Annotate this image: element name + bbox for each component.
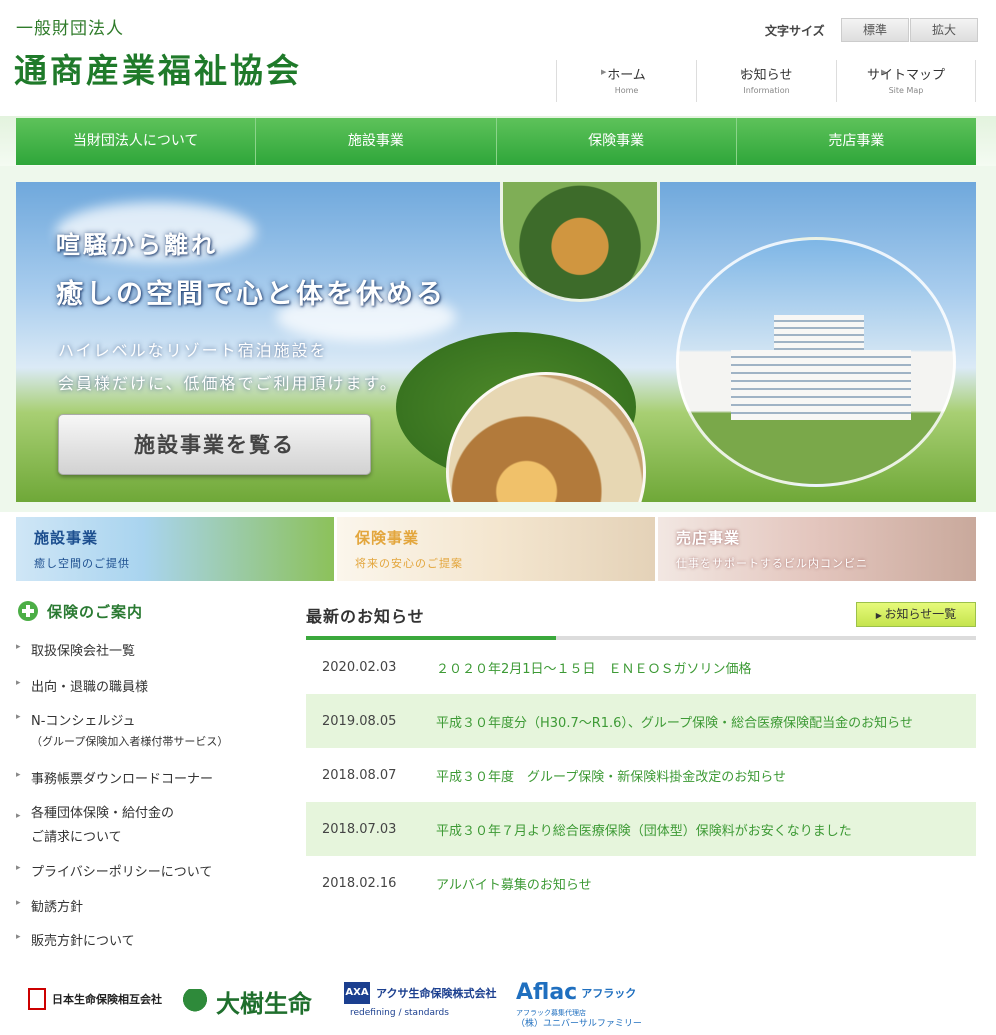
news-link[interactable]: 平成３０年度 グループ保険・新保険料掛金改定のお知らせ <box>436 766 786 785</box>
font-size-large-button[interactable]: 拡大 <box>910 18 978 42</box>
news-date: 2018.02.16 <box>322 875 397 891</box>
util-nav-sitemap[interactable]: ▶ サイトマップ Site Map <box>836 60 976 102</box>
banner-insurance[interactable]: 保険事業 将来の安心のご提案 <box>337 517 655 581</box>
cross-icon <box>18 601 38 621</box>
nissay-name: 日本生命保険相互会社 <box>52 993 162 1006</box>
banner-title: 施設事業 <box>34 529 99 547</box>
hero-heading-2: 癒しの空間で心と体を休める <box>56 279 446 310</box>
axa-name: アクサ生命保険株式会社 <box>376 987 497 1000</box>
hero-text-1: ハイレベルなリゾート宿泊施設を <box>58 341 328 360</box>
side-item-label: 出向・退職の職員様 <box>31 680 149 695</box>
gnav-insurance[interactable]: 保険事業 <box>497 118 737 165</box>
news-link[interactable]: アルバイト募集のお知らせ <box>436 874 592 893</box>
util-nav-sub: Home <box>614 86 639 95</box>
banner-subtitle: 癒し空間のご提供 <box>34 557 130 570</box>
news-more-label: お知らせ一覧 <box>884 607 957 621</box>
side-item-label: 各種団体保険・給付金の <box>31 806 175 821</box>
hotel-building <box>731 350 911 420</box>
news-link[interactable]: 平成３０年７月より総合医療保険（団体型）保険料がお安くなりました <box>436 820 852 839</box>
news-row: 2019.08.05 平成３０年度分（H30.7～R1.6）、グループ保険・総合… <box>306 694 976 748</box>
util-nav-sub: Site Map <box>888 86 924 95</box>
font-size-label: 文字サイズ <box>765 23 825 38</box>
news-list: 2020.02.03 ２０２０年2月1日～１５日 ＥＮＥＯＳガソリン価格 201… <box>306 640 976 910</box>
side-item-solicitation-policy[interactable]: 勧誘方針 <box>16 896 83 915</box>
side-item-label: 取扱保険会社一覧 <box>31 644 136 659</box>
global-nav-wrapper: 当財団法人について 施設事業 保険事業 売店事業 <box>0 116 996 166</box>
aflac-ja: アフラック <box>581 986 637 1000</box>
news-link[interactable]: ２０２０年2月1日～１５日 ＥＮＥＯＳガソリン価格 <box>436 658 752 677</box>
hero-text-2: 会員様だけに、低価格でご利用頂けます。 <box>58 374 398 393</box>
side-item-n-concierge[interactable]: N-コンシェルジュ （グループ保険加入者様付帯サービス） <box>16 710 228 749</box>
axa-mark-icon: AXA <box>344 982 370 1004</box>
aflac-name: Aflac <box>516 980 578 1005</box>
triangle-icon: ▶ <box>741 68 747 76</box>
partner-logos: 日本生命保険相互会社 大樹生命 AXA アクサ生命保険株式会社 redefini… <box>16 980 976 1029</box>
side-item-label: 事務帳票ダウンロードコーナー <box>31 772 214 787</box>
news-link[interactable]: 平成３０年度分（H30.7～R1.6）、グループ保険・総合医療保険配当金のお知ら… <box>436 712 913 731</box>
font-size-standard-button[interactable]: 標準 <box>841 18 909 42</box>
banner-subtitle: 仕事をサポートするビル内コンビニ <box>676 557 868 570</box>
aflac-logo[interactable]: Aflac アフラック アフラック募集代理店 （株）ユニバーサルファミリー <box>516 980 642 1029</box>
hero-banner: 喧騒から離れ 癒しの空間で心と体を休める ハイレベルなリゾート宿泊施設を 会員様… <box>16 182 976 502</box>
side-item-label: プライバシーポリシーについて <box>31 865 213 880</box>
news-row: 2018.08.07 平成３０年度 グループ保険・新保険料掛金改定のお知らせ <box>306 748 976 802</box>
banner-facilities[interactable]: 施設事業 癒し空間のご提供 <box>16 517 334 581</box>
banner-title: 保険事業 <box>355 529 420 547</box>
news-date: 2019.08.05 <box>322 713 397 729</box>
gnav-shop[interactable]: 売店事業 <box>737 118 976 165</box>
hero-heading-1: 喧騒から離れ <box>56 230 218 259</box>
axa-logo[interactable]: AXA アクサ生命保険株式会社 redefining / standards <box>344 982 497 1018</box>
util-nav-sub: Information <box>743 86 790 95</box>
global-nav: 当財団法人について 施設事業 保険事業 売店事業 <box>16 118 976 165</box>
taiju-name: 大樹生命 <box>216 989 312 1018</box>
side-item-label: 販売方針について <box>31 934 135 949</box>
util-nav-home[interactable]: ▶ ホーム Home <box>556 60 696 102</box>
news-more-button[interactable]: ▶ お知らせ一覧 <box>856 602 976 627</box>
nissay-mark-icon <box>28 988 46 1010</box>
side-item-label-line2: ご請求について <box>31 830 122 845</box>
triangle-icon: ▶ <box>601 68 607 76</box>
news-title: 最新のお知らせ <box>306 607 425 626</box>
side-item-label: 勧誘方針 <box>31 900 84 915</box>
site-logo[interactable]: 通商産業福祉協会 <box>14 44 302 92</box>
side-item-claims[interactable]: 各種団体保険・給付金の ご請求について <box>16 802 174 850</box>
axa-tagline: redefining / standards <box>350 1008 449 1018</box>
banner-title: 売店事業 <box>676 529 741 547</box>
news-row: 2018.07.03 平成３０年７月より総合医療保険（団体型）保険料がお安くなり… <box>306 802 976 856</box>
util-nav-information[interactable]: ▶ お知らせ Information <box>696 60 836 102</box>
banner-subtitle: 将来の安心のご提案 <box>355 557 463 570</box>
triangle-icon: ▶ <box>881 68 887 76</box>
side-item-insurers[interactable]: 取扱保険会社一覧 <box>16 640 135 659</box>
news-date: 2018.07.03 <box>322 821 397 837</box>
side-item-downloads[interactable]: 事務帳票ダウンロードコーナー <box>16 768 213 787</box>
gnav-facilities[interactable]: 施設事業 <box>256 118 497 165</box>
org-type: 一般財団法人 <box>16 19 124 39</box>
util-nav-label: ホーム <box>607 68 646 83</box>
hero-facilities-button[interactable]: 施設事業を覧る <box>58 414 371 475</box>
side-item-sublabel: （グループ保険加入者様付帯サービス） <box>31 735 229 748</box>
side-item-sales-policy[interactable]: 販売方針について <box>16 930 135 949</box>
news-date: 2020.02.03 <box>322 659 397 675</box>
taiju-logo[interactable]: 大樹生命 <box>180 984 312 1019</box>
news-date: 2018.08.07 <box>322 767 397 783</box>
side-item-privacy[interactable]: プライバシーポリシーについて <box>16 861 212 880</box>
news-row: 2020.02.03 ２０２０年2月1日～１５日 ＥＮＥＯＳガソリン価格 <box>306 640 976 694</box>
side-item-label: N-コンシェルジュ <box>31 714 136 729</box>
banner-shop[interactable]: 売店事業 仕事をサポートするビル内コンビニ <box>658 517 976 581</box>
util-nav-label: お知らせ <box>740 68 793 83</box>
util-nav-label: サイトマップ <box>866 68 945 83</box>
side-menu-title: 保険のご案内 <box>47 603 144 621</box>
tree-icon <box>180 988 210 1015</box>
nissay-logo[interactable]: 日本生命保険相互会社 <box>28 988 162 1010</box>
aflac-company: （株）ユニバーサルファミリー <box>516 1019 642 1029</box>
news-row: 2018.02.16 アルバイト募集のお知らせ <box>306 856 976 910</box>
utility-nav: ▶ ホーム Home ▶ お知らせ Information ▶ サイトマップ S… <box>556 60 976 102</box>
side-item-transfer-retired[interactable]: 出向・退職の職員様 <box>16 676 148 695</box>
hot-spring-photo <box>500 182 660 302</box>
font-size-switcher: 文字サイズ 標準 拡大 <box>765 18 978 42</box>
hotel-tower <box>774 315 864 355</box>
gnav-about[interactable]: 当財団法人について <box>16 118 257 165</box>
resort-hotel-photo <box>676 237 956 487</box>
business-banners: 施設事業 癒し空間のご提供 保険事業 将来の安心のご提案 売店事業 仕事をサポー… <box>16 517 976 581</box>
